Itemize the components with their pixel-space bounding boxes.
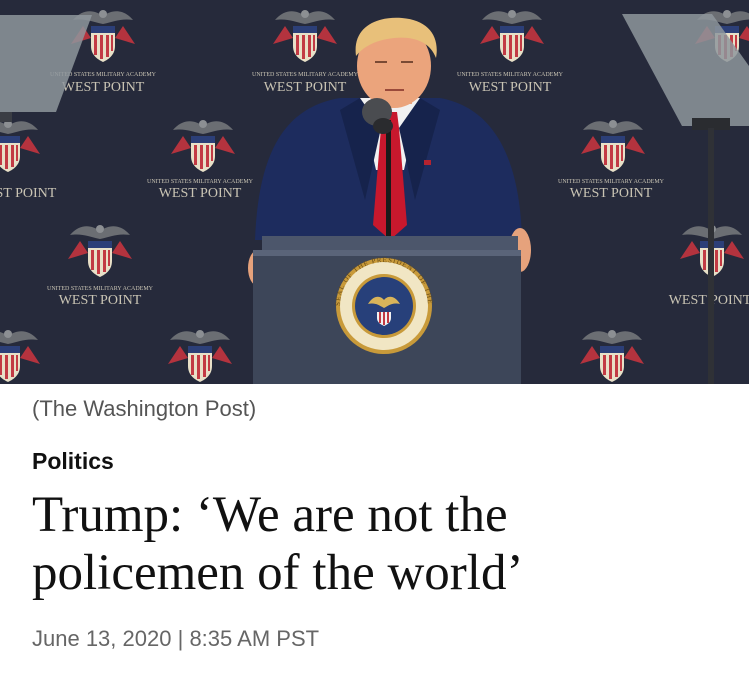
backdrop-subtext: UNITED STATES MILITARY ACADEMY: [47, 286, 154, 292]
backdrop-subtext: UNITED STATES MILITARY ACADEMY: [457, 72, 564, 78]
article-photo[interactable]: UNITED STATES MILITARY ACADEMY WEST POIN…: [0, 0, 749, 384]
backdrop-text: WEST POINT: [469, 80, 552, 95]
backdrop-text: WEST POINT: [264, 80, 347, 95]
backdrop-subtext: UNITED STATES MILITARY ACADEMY: [252, 72, 359, 78]
backdrop-text: WEST POINT: [62, 80, 145, 95]
dateline: June 13, 2020 | 8:35 AM PST: [32, 626, 319, 652]
section-label[interactable]: Politics: [32, 448, 114, 475]
backdrop-text: WEST POINT: [0, 186, 57, 201]
publish-date: June 13, 2020: [32, 626, 172, 651]
photo-caption: (The Washington Post): [32, 396, 257, 421]
backdrop-subtext: UNITED STATES MILITARY ACADEMY: [147, 179, 254, 185]
article-headline[interactable]: Trump: ‘We are not the policemen of the …: [32, 486, 722, 602]
date-separator: |: [177, 626, 184, 651]
backdrop-subtext: UNITED STATES MILITARY ACADEMY: [558, 179, 665, 185]
backdrop-text: WEST POINT: [59, 293, 142, 308]
backdrop-text: WEST POINT: [159, 186, 242, 201]
publish-time: 8:35 AM PST: [189, 626, 320, 651]
backdrop-text: WEST POINT: [570, 186, 653, 201]
